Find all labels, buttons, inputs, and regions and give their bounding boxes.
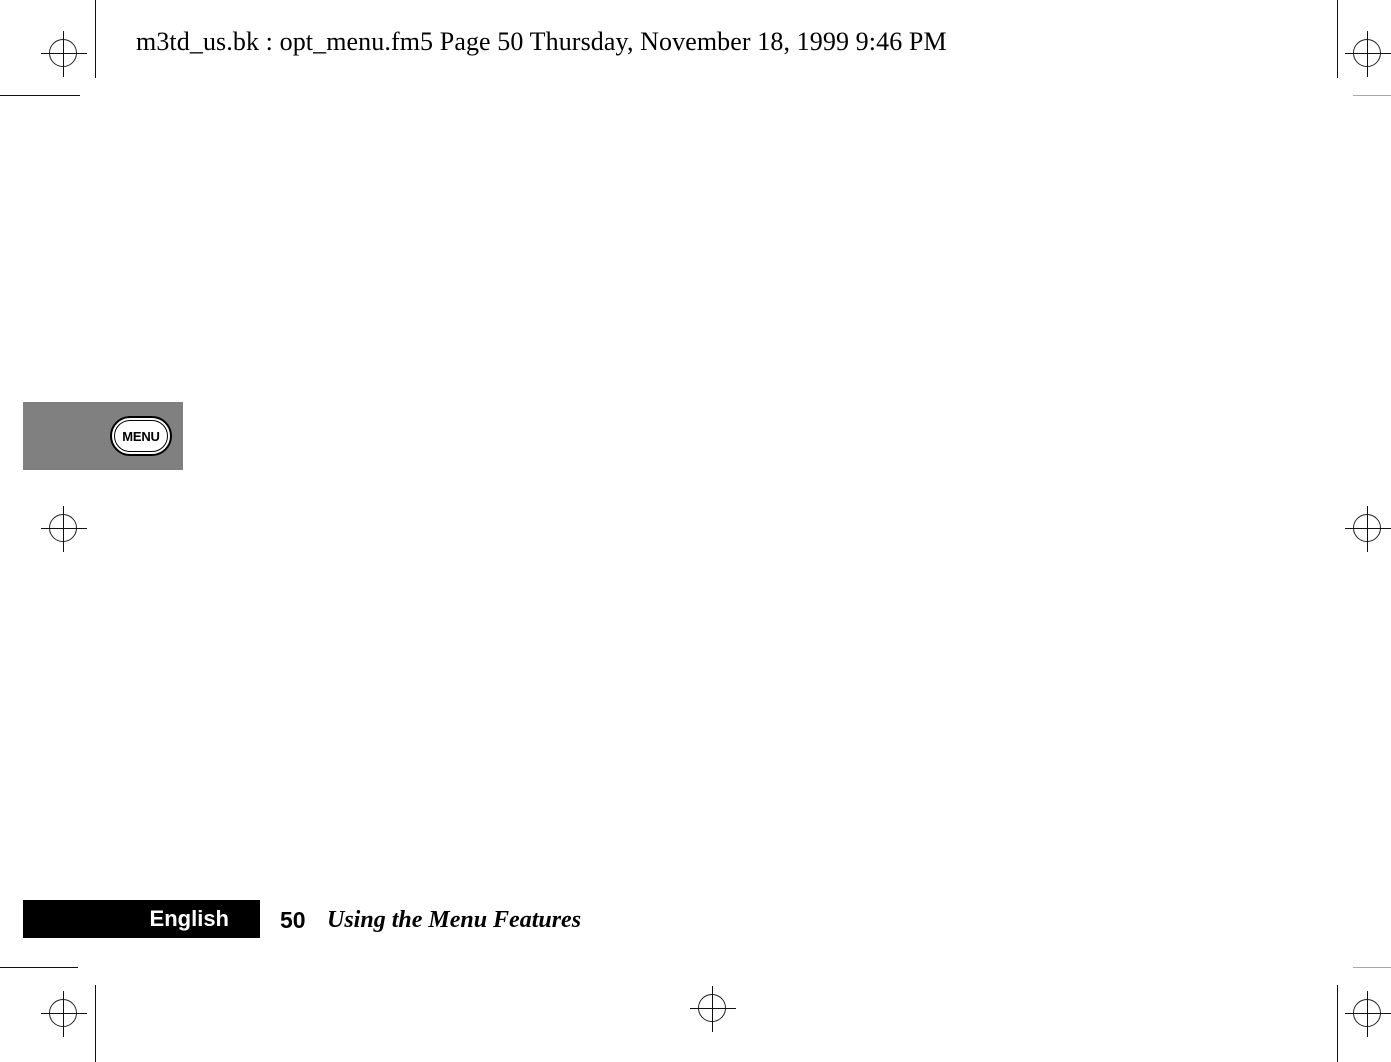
registration-vertical-line xyxy=(1367,506,1368,552)
registration-target-icon-top-left xyxy=(41,31,87,77)
registration-horizontal-line xyxy=(41,53,87,54)
registration-target-icon-top-right xyxy=(1345,31,1391,77)
menu-key-figure: MENU xyxy=(23,402,183,470)
registration-horizontal-line xyxy=(1345,53,1391,54)
footer-language-bar: English xyxy=(23,900,260,938)
registration-target-icon-bottom-right xyxy=(1345,991,1391,1037)
registration-horizontal-line xyxy=(41,1013,87,1014)
registration-target-icon-bottom-center xyxy=(690,986,736,1032)
registration-horizontal-line xyxy=(690,1008,736,1009)
trim-line-bottom-left-vertical xyxy=(95,985,96,1062)
registration-horizontal-line xyxy=(41,528,87,529)
trim-line-top-right-horizontal xyxy=(1353,95,1391,96)
registration-vertical-line xyxy=(712,986,713,1032)
menu-key-label: MENU xyxy=(122,428,160,444)
registration-horizontal-line xyxy=(1345,528,1391,529)
registration-vertical-line xyxy=(1367,991,1368,1037)
registration-vertical-line xyxy=(63,991,64,1037)
registration-target-icon-middle-left xyxy=(41,506,87,552)
footer-language-label: English xyxy=(149,906,229,931)
trim-line-bottom-right-vertical xyxy=(1337,985,1338,1062)
registration-vertical-line xyxy=(1367,31,1368,77)
page-body-content-area xyxy=(100,110,1310,880)
menu-key-button[interactable]: MENU xyxy=(110,416,172,456)
footer-section-title: Using the Menu Features xyxy=(327,907,582,933)
registration-vertical-line xyxy=(63,31,64,77)
menu-key-inner-ring: MENU xyxy=(114,420,168,452)
footer-page-number: 50 xyxy=(280,907,306,933)
registration-vertical-line xyxy=(63,506,64,552)
trim-line-top-right-vertical xyxy=(1337,0,1338,78)
header-stamp: m3td_us.bk : opt_menu.fm5 Page 50 Thursd… xyxy=(136,27,947,56)
trim-line-bottom-left-horizontal xyxy=(0,967,78,968)
trim-line-bottom-right-horizontal xyxy=(1353,967,1391,968)
trim-line-top-left-horizontal xyxy=(0,95,80,96)
registration-target-icon-middle-right xyxy=(1345,506,1391,552)
trim-line-top-left-vertical xyxy=(95,0,96,78)
registration-target-icon-bottom-left xyxy=(41,991,87,1037)
manual-page-proof: m3td_us.bk : opt_menu.fm5 Page 50 Thursd… xyxy=(0,0,1391,1062)
registration-horizontal-line xyxy=(1345,1013,1391,1014)
